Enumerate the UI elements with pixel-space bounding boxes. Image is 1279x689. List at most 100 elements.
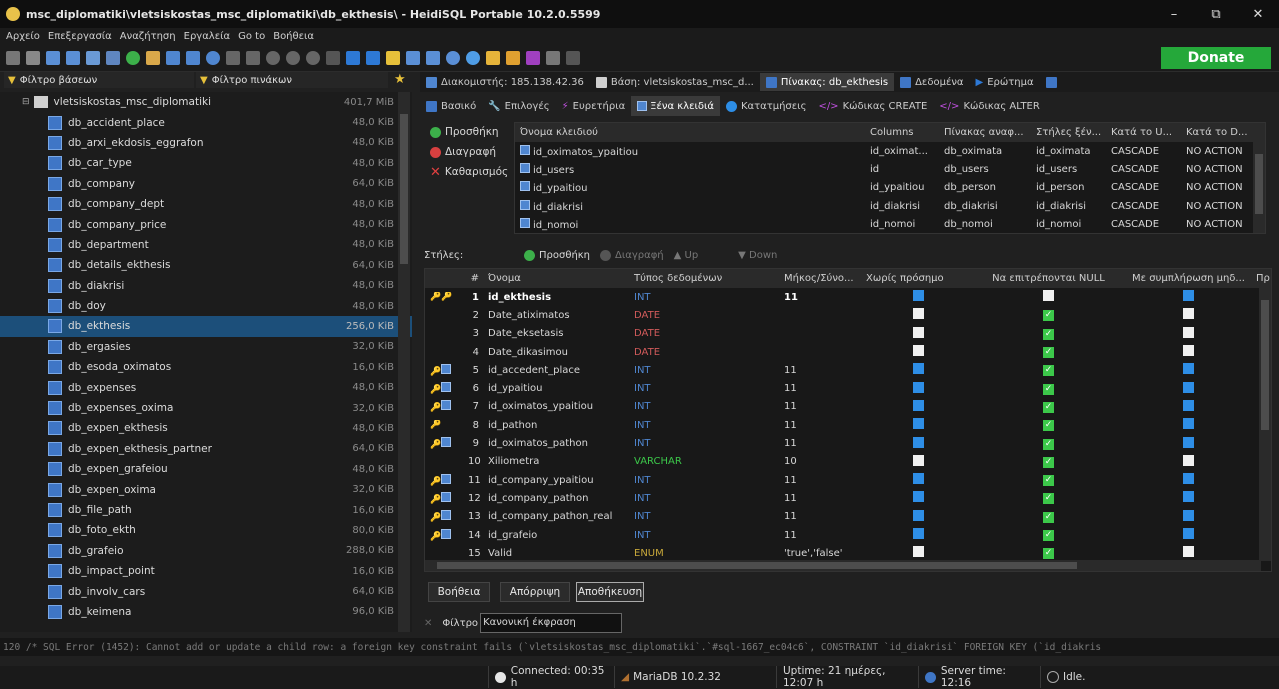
- connect-icon[interactable]: [6, 50, 20, 65]
- column-type[interactable]: ENUM: [629, 548, 779, 559]
- column-name[interactable]: id_accedent_place: [483, 365, 629, 376]
- column-type[interactable]: INT: [629, 438, 779, 449]
- nullable-checkbox[interactable]: ✓: [1043, 328, 1054, 340]
- column-name[interactable]: id_company_pathon_real: [483, 511, 629, 522]
- fk-ref-table-cell[interactable]: db_nomoi: [939, 219, 1031, 230]
- fk-on-delete-cell[interactable]: NO ACTION: [1181, 182, 1253, 193]
- column-row[interactable]: 3 Date_eksetasis DATE ✓: [425, 325, 1271, 343]
- fk-header-ref-table[interactable]: Πίνακας αναφ...: [939, 127, 1031, 138]
- column-type[interactable]: INT: [629, 292, 779, 303]
- save-button[interactable]: Αποθήκευση: [576, 582, 644, 602]
- zerofill-checkbox[interactable]: [1183, 546, 1194, 558]
- column-type[interactable]: INT: [629, 530, 779, 541]
- zerofill-checkbox[interactable]: [1183, 381, 1194, 393]
- col-header-type[interactable]: Τύπος δεδομένων: [629, 273, 779, 284]
- column-length[interactable]: 11: [779, 530, 861, 541]
- column-row[interactable]: 🔑 5 id_accedent_place INT 11 ✓: [425, 361, 1271, 379]
- help-icon[interactable]: [206, 50, 220, 65]
- fk-name-cell[interactable]: id_users: [515, 162, 865, 176]
- tree-item-db_ekthesis[interactable]: db_ekthesis 256,0 KiB: [0, 316, 412, 337]
- unsigned-checkbox[interactable]: [913, 528, 924, 539]
- column-row[interactable]: 4 Date_dikasimou DATE ✓: [425, 343, 1271, 361]
- column-row[interactable]: 🔑🔑 1 id_ekthesis INT 11: [425, 288, 1271, 306]
- unsigned-checkbox[interactable]: [913, 418, 924, 430]
- tab-database[interactable]: Βάση: vletsiskostas_msc_d...: [590, 73, 760, 91]
- columns-hscroll-thumb[interactable]: [437, 562, 1077, 569]
- collapse-icon[interactable]: ⊟: [22, 97, 30, 107]
- nullable-checkbox[interactable]: ✓: [1043, 347, 1054, 359]
- menu-help[interactable]: Βοήθεια: [273, 31, 314, 42]
- unsigned-checkbox[interactable]: [913, 436, 924, 448]
- col-delete-button[interactable]: Διαγραφή: [600, 249, 664, 261]
- zerofill-checkbox[interactable]: [1183, 436, 1194, 448]
- table-tools-icon[interactable]: [186, 50, 200, 65]
- col-header-default[interactable]: Πρ: [1251, 273, 1271, 284]
- tree-item-db_accident_place[interactable]: db_accident_place 48,0 KiB: [0, 112, 412, 132]
- unsigned-checkbox[interactable]: [913, 381, 924, 393]
- fk-foreign-cols-cell[interactable]: id_oximata: [1031, 146, 1106, 157]
- zerofill-checkbox[interactable]: [1183, 363, 1194, 375]
- fk-on-update-cell[interactable]: CASCADE: [1106, 182, 1181, 193]
- column-length[interactable]: 11: [779, 511, 861, 522]
- open-file-icon[interactable]: [386, 50, 400, 65]
- users-icon[interactable]: [146, 50, 160, 65]
- fk-name-cell[interactable]: id_nomoi: [515, 217, 865, 231]
- unsigned-checkbox[interactable]: [913, 546, 924, 558]
- column-row[interactable]: 🔑 13 id_company_pathon_real INT 11 ✓: [425, 508, 1271, 526]
- fk-header-foreign-cols[interactable]: Στήλες ξέν...: [1031, 127, 1106, 138]
- paste-icon[interactable]: [66, 50, 80, 65]
- run-selection-icon[interactable]: [366, 50, 380, 65]
- fk-header-columns[interactable]: Columns: [865, 127, 939, 138]
- tree-item-db_expenses[interactable]: db_expenses 48,0 KiB: [0, 377, 412, 397]
- fk-on-update-cell[interactable]: CASCADE: [1106, 164, 1181, 175]
- fk-ref-table-cell[interactable]: db_diakrisi: [939, 201, 1031, 212]
- column-row[interactable]: 🔑 6 id_ypaitiou INT 11 ✓: [425, 379, 1271, 397]
- column-length[interactable]: 10: [779, 456, 861, 467]
- column-name[interactable]: id_ekthesis: [483, 292, 629, 303]
- column-row[interactable]: 🔑 11 id_company_ypaitiou INT 11 ✓: [425, 471, 1271, 489]
- unsigned-checkbox[interactable]: [913, 473, 924, 485]
- print-icon[interactable]: [106, 50, 120, 65]
- fk-foreign-cols-cell[interactable]: id_nomoi: [1031, 219, 1106, 230]
- column-length[interactable]: 11: [779, 292, 861, 303]
- column-length[interactable]: 11: [779, 475, 861, 486]
- fk-on-delete-cell[interactable]: NO ACTION: [1181, 219, 1253, 230]
- column-row[interactable]: 2 Date_atiximatos DATE ✓: [425, 306, 1271, 324]
- tree-item-db_ergasies[interactable]: db_ergasies 32,0 KiB: [0, 337, 412, 357]
- fk-add-button[interactable]: Προσθήκη: [430, 122, 515, 142]
- fk-columns-cell[interactable]: id_oximat...: [865, 146, 939, 157]
- column-length[interactable]: 11: [779, 420, 861, 431]
- tree-item-db_doy[interactable]: db_doy 48,0 KiB: [0, 296, 412, 316]
- nullable-checkbox[interactable]: ✓: [1043, 475, 1054, 487]
- column-type[interactable]: DATE: [629, 347, 779, 358]
- fk-name-cell[interactable]: id_ypaitiou: [515, 181, 865, 194]
- favorite-star-icon[interactable]: ★: [394, 72, 406, 87]
- nullable-checkbox[interactable]: ✓: [1043, 383, 1054, 395]
- zerofill-checkbox[interactable]: [1183, 290, 1194, 302]
- tree-item-db_expen_ekthesis_partner[interactable]: db_expen_ekthesis_partner 64,0 KiB: [0, 439, 412, 459]
- tree-item-db_company[interactable]: db_company 64,0 KiB: [0, 174, 412, 194]
- col-header-unsigned[interactable]: Χωρίς πρόσημο: [861, 273, 971, 284]
- undo-icon[interactable]: [86, 50, 100, 65]
- tree-item-db_file_path[interactable]: db_file_path 16,0 KiB: [0, 500, 412, 520]
- col-header-nullable[interactable]: Να επιτρέπονται NULL: [971, 273, 1121, 284]
- nullable-checkbox[interactable]: ✓: [1043, 530, 1054, 541]
- tab-indexes[interactable]: ⚡ Ευρετήρια: [556, 96, 632, 116]
- fk-foreign-cols-cell[interactable]: id_diakrisi: [1031, 201, 1106, 212]
- col-header-name[interactable]: Όνομα: [483, 273, 629, 284]
- column-length[interactable]: 11: [779, 438, 861, 449]
- column-name[interactable]: Xiliometra: [483, 456, 629, 467]
- column-type[interactable]: INT: [629, 401, 779, 412]
- column-type[interactable]: DATE: [629, 310, 779, 321]
- unsigned-checkbox[interactable]: [913, 290, 924, 302]
- fk-row[interactable]: id_ypaitiou id_ypaitiou db_person id_person…: [515, 179, 1265, 197]
- col-add-button[interactable]: Προσθήκη: [524, 249, 590, 261]
- nullable-checkbox[interactable]: ✓: [1043, 401, 1054, 413]
- fk-foreign-cols-cell[interactable]: id_person: [1031, 182, 1106, 193]
- col-down-button[interactable]: ▼ Down: [738, 250, 777, 261]
- new-query-tab-icon[interactable]: [1045, 76, 1057, 88]
- disconnect-icon[interactable]: [26, 50, 40, 65]
- col-header-zerofill[interactable]: Με συμπλήρωση μηδ...: [1121, 273, 1251, 284]
- fk-columns-cell[interactable]: id: [865, 164, 939, 175]
- db-filter[interactable]: ▼ Φίλτρο βάσεων: [4, 72, 194, 88]
